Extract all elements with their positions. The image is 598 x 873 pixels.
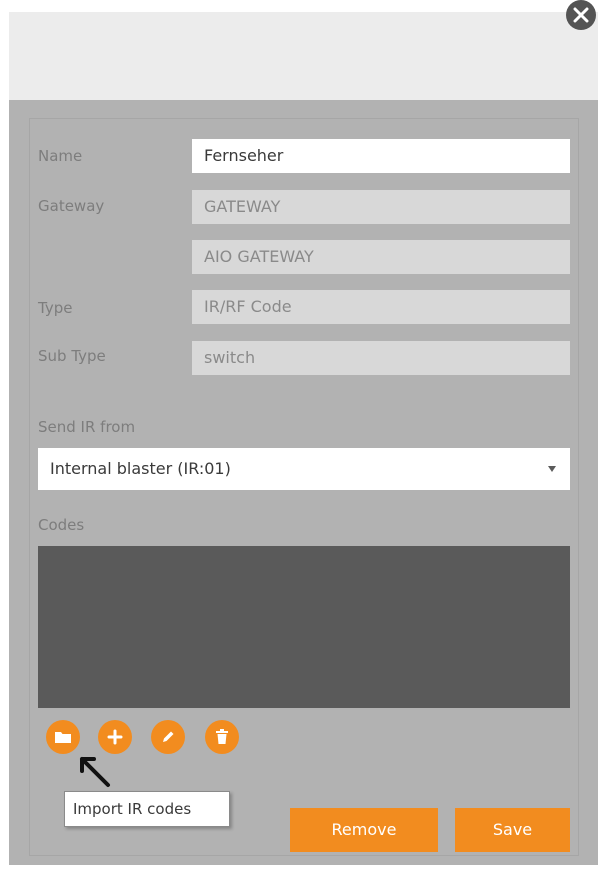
subtype-label: Sub Type bbox=[38, 347, 106, 365]
import-tooltip: Import IR codes bbox=[64, 791, 230, 827]
cursor-arrow-icon bbox=[80, 757, 110, 787]
name-label: Name bbox=[38, 147, 83, 165]
codes-list[interactable] bbox=[38, 546, 570, 708]
close-icon bbox=[573, 7, 589, 23]
close-button[interactable] bbox=[566, 0, 596, 30]
add-code-button[interactable] bbox=[98, 720, 132, 754]
delete-code-button[interactable] bbox=[205, 720, 239, 754]
chevron-down-icon bbox=[548, 466, 556, 472]
subtype-field: switch bbox=[192, 341, 570, 375]
import-codes-button[interactable] bbox=[46, 720, 80, 754]
save-button[interactable]: Save bbox=[455, 808, 570, 852]
type-field: IR/RF Code bbox=[192, 290, 570, 324]
name-input[interactable]: Fernseher bbox=[192, 139, 570, 173]
edit-code-button[interactable] bbox=[151, 720, 185, 754]
gateway-model-field: AIO GATEWAY bbox=[192, 240, 570, 274]
remove-button[interactable]: Remove bbox=[290, 808, 438, 852]
send-ir-label: Send IR from bbox=[38, 418, 136, 436]
plus-icon bbox=[107, 729, 123, 745]
send-ir-select[interactable]: Internal blaster (IR:01) bbox=[38, 448, 570, 490]
type-label: Type bbox=[38, 299, 73, 317]
folder-icon bbox=[55, 732, 71, 743]
gateway-field: GATEWAY bbox=[192, 190, 570, 224]
dialog-header bbox=[9, 12, 598, 100]
send-ir-selected-value: Internal blaster (IR:01) bbox=[50, 459, 231, 478]
codes-label: Codes bbox=[38, 516, 85, 534]
pencil-icon bbox=[163, 731, 174, 742]
gateway-label: Gateway bbox=[38, 197, 105, 215]
trash-icon bbox=[216, 729, 228, 744]
